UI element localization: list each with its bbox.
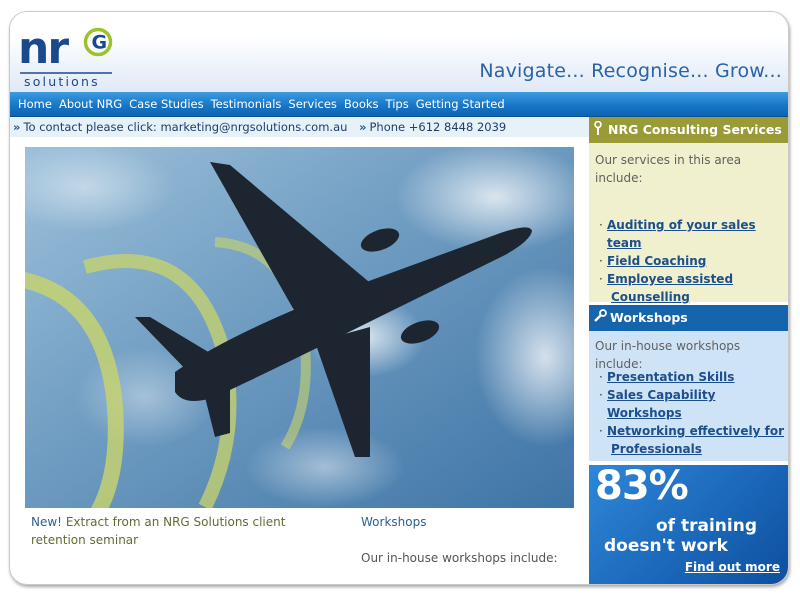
bullet-icon: · xyxy=(599,370,603,384)
stat-line-2: doesn't work xyxy=(604,536,728,556)
bullet-icon: · xyxy=(599,218,603,232)
double-arrow-icon: » xyxy=(13,120,21,134)
bullet-icon: · xyxy=(599,424,603,438)
page-frame: nr G solutions Navigate... Recognise... … xyxy=(9,11,789,585)
list-item: Professionals xyxy=(599,440,788,458)
workshops-column: Workshops Our in-house workshops include… xyxy=(361,513,576,567)
stat-line-1: of training xyxy=(656,516,758,536)
contact-phone: Phone +612 8448 2039 xyxy=(369,120,507,134)
nav-item-about[interactable]: About NRG xyxy=(59,92,129,116)
nav-item-tips[interactable]: Tips xyxy=(386,92,416,116)
main-nav: Home About NRG Case Studies Testimonials… xyxy=(10,92,788,117)
contact-bar: » To contact please click: marketing@nrgs… xyxy=(10,117,589,137)
link-networking[interactable]: Networking effectively for xyxy=(607,424,784,438)
link-presentation-skills[interactable]: Presentation Skills xyxy=(607,370,734,384)
link-professionals[interactable]: Professionals xyxy=(611,442,702,456)
workshops-panel: Our in-house workshops include: · Present… xyxy=(589,331,788,461)
double-arrow-icon: » xyxy=(359,120,367,134)
link-counselling[interactable]: Counselling xyxy=(611,290,690,304)
stat-percent: 83% xyxy=(595,465,689,509)
nav-item-books[interactable]: Books xyxy=(344,92,386,116)
nav-item-testimonials[interactable]: Testimonials xyxy=(211,92,289,116)
link-employee-assisted[interactable]: Employee assisted xyxy=(607,272,733,286)
logo-subtitle: solutions xyxy=(24,74,100,89)
consulting-services-panel: Our services in this area include: · Audi… xyxy=(589,143,788,304)
find-out-more-link[interactable]: Find out more xyxy=(685,560,780,574)
list-item: · Field Coaching xyxy=(599,252,788,270)
link-auditing[interactable]: Auditing of your sales team xyxy=(607,218,756,250)
new-label: New! xyxy=(31,515,62,529)
list-item: · Employee assisted xyxy=(599,270,788,288)
consulting-services-header: NRG Consulting Services xyxy=(589,117,788,143)
sidebar: NRG Consulting Services Our services in … xyxy=(589,117,788,584)
workshops-intro: Our in-house workshops include: xyxy=(361,551,558,565)
bullet-icon: · xyxy=(599,272,603,286)
wrench-icon xyxy=(593,306,607,332)
list-item: · Auditing of your sales team xyxy=(599,216,788,252)
hero-airplane-image xyxy=(10,142,615,522)
bullet-icon: · xyxy=(599,254,603,268)
workshops-heading[interactable]: Workshops xyxy=(361,515,426,529)
list-item: · Sales Capability Workshops xyxy=(599,386,788,422)
contact-email-link[interactable]: To contact please click: marketing@nrgso… xyxy=(23,120,347,134)
logo-circle-letter: G xyxy=(92,32,108,54)
nav-item-home[interactable]: Home xyxy=(18,92,59,116)
training-stat-banner[interactable]: 83% of training doesn't work Find out mo… xyxy=(589,465,788,584)
link-sales-capability[interactable]: Sales Capability Workshops xyxy=(607,388,715,420)
nrg-logo[interactable]: nr G solutions xyxy=(16,18,116,93)
bullet-icon: · xyxy=(599,388,603,402)
workshops-title: Workshops xyxy=(610,310,688,325)
list-item: Counselling xyxy=(599,288,788,306)
nav-item-getting-started[interactable]: Getting Started xyxy=(416,92,512,116)
list-item: · Networking effectively for xyxy=(599,422,788,440)
logo-letters: nr xyxy=(18,23,69,74)
list-item: · Presentation Skills xyxy=(599,368,788,386)
seminar-extract[interactable]: New! Extract from an NRG Solutions clien… xyxy=(31,513,311,549)
link-field-coaching[interactable]: Field Coaching xyxy=(607,254,706,268)
tagline: Navigate... Recognise... Grow... xyxy=(479,60,782,82)
wrench-icon xyxy=(593,118,605,144)
site-header: nr G solutions Navigate... Recognise... … xyxy=(10,12,788,92)
consulting-services-title: NRG Consulting Services xyxy=(608,122,782,137)
consulting-intro: Our services in this area include: xyxy=(595,153,742,185)
nav-item-services[interactable]: Services xyxy=(288,92,344,116)
nav-item-case-studies[interactable]: Case Studies xyxy=(129,92,210,116)
seminar-extract-text[interactable]: Extract from an NRG Solutions client ret… xyxy=(31,515,285,547)
workshops-header: Workshops xyxy=(589,305,788,331)
